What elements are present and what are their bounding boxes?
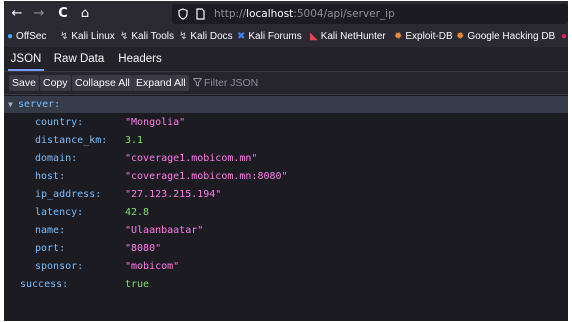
kali-dragon-icon: ↯ [60, 31, 69, 42]
json-key: host: [35, 171, 66, 182]
tree-row[interactable]: port: "8080" [4, 240, 568, 257]
forward-button[interactable]: → [30, 1, 48, 27]
tab-raw-data[interactable]: Raw Data [52, 47, 106, 71]
bookmark-kali-tools[interactable]: ↯ Kali Tools [120, 30, 174, 44]
bookmark-kali-linux[interactable]: ↯ Kali Linux [60, 30, 115, 44]
tree-row[interactable]: name: "Ulaanbaatar" [4, 222, 568, 239]
viewer-tabs: JSON Raw Data Headers [4, 47, 568, 72]
nethunter-icon: ◣ [310, 31, 318, 42]
tree-row[interactable]: host: "coverage1.mobicom.mn:8080" [4, 168, 568, 185]
reload-button[interactable]: C [54, 1, 72, 27]
bookmark-kali-forums[interactable]: ✖ Kali Forums [237, 30, 302, 44]
copy-button[interactable]: Copy [40, 75, 71, 91]
kali-dragon-icon: ↯ [179, 31, 188, 42]
json-key: name: [35, 225, 66, 236]
collapse-all-button[interactable]: Collapse All [72, 75, 133, 91]
expand-all-button[interactable]: Expand All [133, 75, 189, 91]
back-button[interactable]: ← [8, 1, 26, 27]
filter-icon [192, 78, 203, 87]
ghdb-icon: ✹ [456, 31, 465, 42]
kali-dragon-icon: ↯ [120, 31, 129, 42]
json-value: "27.123.215.194" [125, 189, 222, 200]
shield-icon [178, 8, 188, 20]
json-value: 3.1 [125, 135, 144, 146]
tree-row[interactable]: domain: "coverage1.mobicom.mn" [4, 150, 568, 167]
json-value: 42.8 [125, 207, 150, 218]
home-button[interactable]: ⌂ [76, 1, 94, 27]
json-value: "coverage1.mobicom.mn" [125, 153, 258, 164]
bookmark-kali-docs[interactable]: ↯ Kali Docs [179, 30, 233, 44]
json-value: "8080" [125, 243, 162, 254]
json-key: country: [35, 117, 84, 128]
json-key: port: [35, 243, 66, 254]
bookmark-offsec[interactable]: ● OffSec [7, 30, 46, 44]
bookmarks-toolbar: ● OffSec ↯ Kali Linux ↯ Kali Tools ↯ Kali Do… [4, 27, 568, 47]
expand-triangle-icon[interactable]: ▼ [8, 96, 13, 113]
navigation-bar: ← → C ⌂ http://localhost:5004/api/server… [4, 1, 568, 27]
json-key: ip_address: [35, 189, 102, 200]
tree-row-server[interactable]: ▼ server: [4, 96, 568, 113]
json-value: "Ulaanbaatar" [125, 225, 204, 236]
url-text[interactable]: http://localhost:5004/api/server_ip [214, 8, 395, 20]
json-key: success: [20, 279, 69, 290]
browser-window: ← → C ⌂ http://localhost:5004/api/server… [4, 1, 568, 321]
json-key: distance_km: [35, 135, 108, 146]
bookmark-overflow-icon[interactable]: ● [561, 30, 568, 44]
tree-row[interactable]: sponsor: "mobicom" [4, 258, 568, 275]
json-value: "coverage1.mobicom.mn:8080" [125, 171, 288, 182]
kali-x-icon: ✖ [237, 31, 246, 42]
tree-row[interactable]: country: "Mongolia" [4, 114, 568, 131]
bookmark-exploit-db[interactable]: ✹ Exploit-DB [394, 30, 453, 44]
bookmark-google-hacking-db[interactable]: ✹ Google Hacking DB [456, 30, 555, 44]
json-value: "Mongolia" [125, 117, 186, 128]
bookmark-kali-nethunter[interactable]: ◣ Kali NetHunter [310, 30, 386, 44]
red-circle-icon: ● [561, 31, 568, 42]
tree-row[interactable]: distance_km: 3.1 [4, 132, 568, 149]
filter-json-input[interactable]: Filter JSON [192, 75, 258, 91]
tab-json[interactable]: JSON [8, 47, 44, 71]
tab-headers[interactable]: Headers [116, 47, 164, 71]
json-value: true [125, 279, 150, 290]
json-key: domain: [35, 153, 78, 164]
tree-row[interactable]: ip_address: "27.123.215.194" [4, 186, 568, 203]
url-bar[interactable]: http://localhost:5004/api/server_ip [172, 4, 568, 24]
tree-row-success[interactable]: success: true [4, 276, 568, 293]
json-value: "mobicom" [125, 261, 180, 272]
save-button[interactable]: Save [9, 75, 39, 91]
json-key: latency: [35, 207, 84, 218]
json-toolbar: Save Copy Collapse All Expand All Filter… [4, 72, 568, 95]
json-key: server: [18, 99, 61, 110]
exploit-db-icon: ✹ [394, 31, 403, 42]
json-key: sponsor: [35, 261, 84, 272]
json-tree: ▼ server: country: "Mongolia" distance_k… [4, 95, 568, 321]
offsec-icon: ● [7, 31, 14, 42]
tree-row[interactable]: latency: 42.8 [4, 204, 568, 221]
page-icon [196, 8, 205, 20]
